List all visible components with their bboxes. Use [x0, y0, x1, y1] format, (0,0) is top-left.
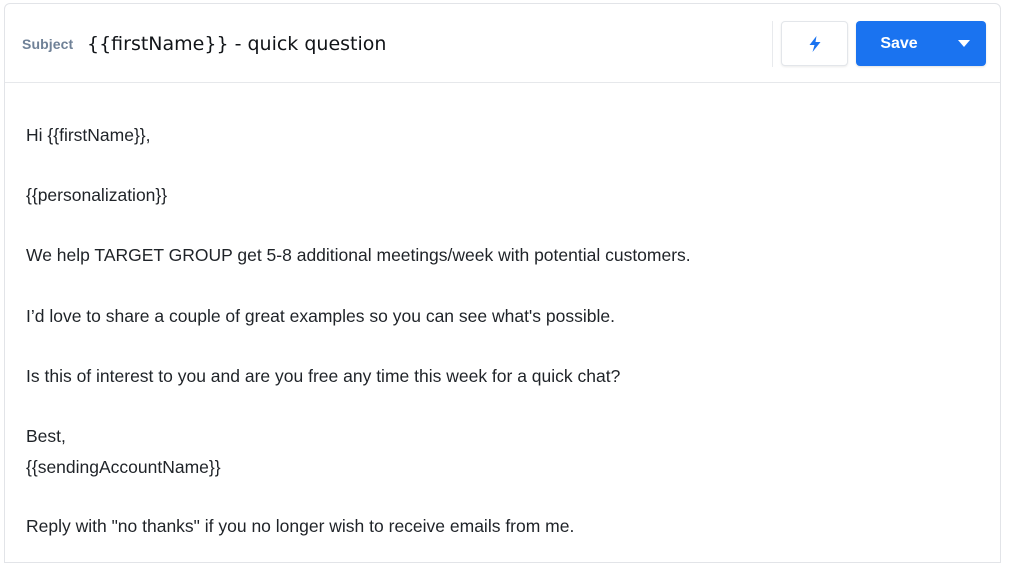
save-split-button: Save	[856, 21, 986, 66]
subject-input[interactable]	[87, 28, 767, 60]
body-line-optout: Reply with "no thanks" if you no longer …	[26, 516, 575, 536]
toolbar-divider	[772, 21, 773, 67]
subject-bar: Subject Save	[5, 4, 1000, 83]
email-editor: Subject Save Hi {{firstName}}, {{persona…	[4, 3, 1001, 563]
save-options-button[interactable]	[942, 21, 986, 66]
subject-label: Subject	[22, 36, 74, 52]
body-line-examples: I’d love to share a couple of great exam…	[26, 306, 615, 326]
body-line-pitch: We help TARGET GROUP get 5-8 additional …	[26, 245, 691, 265]
caret-down-icon	[958, 40, 970, 47]
body-line-personalization: {{personalization}}	[26, 185, 168, 205]
personalize-button[interactable]	[781, 21, 848, 66]
body-line-greeting: Hi {{firstName}},	[26, 125, 151, 145]
body-line-signoff: Best,	[26, 426, 66, 446]
save-button[interactable]: Save	[856, 21, 942, 66]
body-line-question: Is this of interest to you and are you f…	[26, 366, 621, 386]
lightning-bolt-icon	[809, 35, 820, 52]
body-line-sender: {{sendingAccountName}}	[26, 457, 221, 477]
